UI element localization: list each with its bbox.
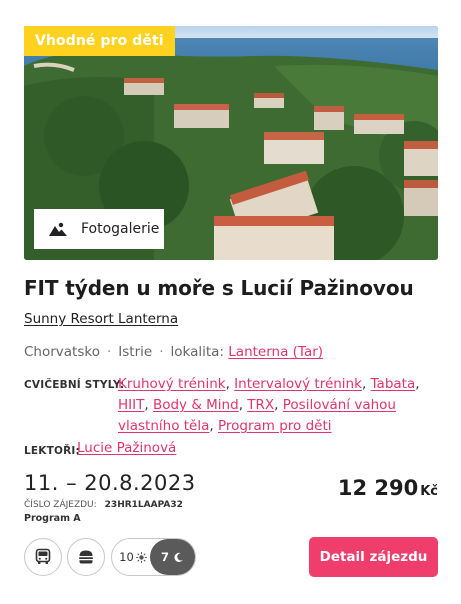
location-country: Chorvatsko: [24, 344, 100, 360]
trip-code: 23HR1LAAPA32: [104, 500, 183, 510]
nights-count: 7: [150, 539, 195, 575]
mountain-photo-icon: [48, 221, 68, 237]
trip-code-line: ČÍSLO ZÁJEZDU: 23HR1LAAPA32: [24, 500, 183, 510]
locality-link[interactable]: Lanterna (Tar): [228, 344, 323, 360]
style-link[interactable]: Program pro děti: [218, 418, 332, 434]
trip-title: FIT týden u moře s Lucií Pažinovou: [24, 276, 414, 300]
days-value: 10: [119, 550, 134, 564]
nights-value: 7: [160, 550, 169, 564]
meals-badge[interactable]: [67, 538, 105, 576]
kids-friendly-badge: Vhodné pro děti: [24, 26, 175, 56]
lector-link[interactable]: Lucie Pažinová: [77, 440, 176, 456]
style-link[interactable]: Kruhový trénink: [118, 376, 226, 392]
moon-icon: [174, 552, 183, 562]
photo-gallery-button[interactable]: Fotogalerie: [34, 209, 164, 249]
transport-bus-badge[interactable]: [24, 538, 62, 576]
lectors-label: LEKTOŘI:: [24, 445, 80, 457]
bus-icon: [35, 548, 51, 564]
locality-label: lokalita:: [170, 344, 224, 360]
burger-icon: [79, 550, 93, 564]
style-link[interactable]: Intervalový trénink: [234, 376, 362, 392]
exercise-styles-label: CVIČEBNÍ STYLY:: [24, 379, 125, 391]
price-currency: Kč: [420, 484, 438, 499]
style-link[interactable]: Tabata: [371, 376, 416, 392]
program-name: Program A: [24, 513, 81, 524]
price-value: 12 290: [337, 476, 419, 500]
sun-icon: [135, 551, 147, 563]
photo-gallery-label: Fotogalerie: [81, 221, 160, 237]
trip-detail-button[interactable]: Detail zájezdu: [309, 537, 438, 577]
resort-link[interactable]: Sunny Resort Lanterna: [24, 311, 178, 327]
days-nights-badge[interactable]: 10 7: [111, 538, 196, 576]
days-count: 10: [112, 539, 150, 575]
style-link[interactable]: HIIT: [118, 397, 144, 413]
style-link[interactable]: TRX: [247, 397, 274, 413]
location-separator: ·: [159, 344, 164, 360]
trip-dates: 11. – 20.8.2023: [24, 471, 196, 495]
style-link[interactable]: Body & Mind: [153, 397, 239, 413]
exercise-styles-list: Kruhový trénink, Intervalový trénink, Ta…: [118, 376, 420, 434]
price: 12 290 Kč: [338, 476, 438, 500]
location-separator: ·: [106, 344, 112, 360]
location-region: Istrie: [118, 344, 153, 360]
location-line: Chorvatsko · Istrie · lokalita: Lanterna (Ta…: [24, 344, 323, 360]
trip-code-label: ČÍSLO ZÁJEZDU:: [24, 500, 97, 510]
